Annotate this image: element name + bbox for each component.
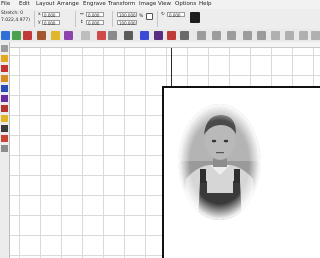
boy-photo[interactable] xyxy=(176,101,263,223)
property-bar: Stretch: 0 7.022,4.977) x 0.000 y 0.000 … xyxy=(0,9,320,30)
height-field[interactable]: 0.000 xyxy=(86,20,104,26)
menu-edit[interactable]: Edit xyxy=(19,0,30,9)
separator xyxy=(75,11,76,27)
ellipse-tool-icon[interactable] xyxy=(1,95,8,102)
rectangle-tool-icon[interactable] xyxy=(1,85,8,92)
x-label: x xyxy=(38,12,41,17)
shape-tool-icon[interactable] xyxy=(1,75,8,82)
node-icon[interactable] xyxy=(243,31,252,40)
rotate-icon: ↻ xyxy=(161,12,165,17)
text-tool-icon[interactable] xyxy=(1,105,8,112)
eraser-tool-icon[interactable] xyxy=(1,135,8,142)
save-icon[interactable] xyxy=(23,31,32,40)
group-icon[interactable] xyxy=(124,31,133,40)
redo-icon[interactable] xyxy=(108,31,117,40)
menu-file[interactable]: File xyxy=(1,0,10,9)
main-toolbar xyxy=(0,29,320,43)
more-icon[interactable] xyxy=(311,31,320,40)
height-value: 0.000 xyxy=(88,21,100,26)
menu-help[interactable]: Help xyxy=(199,0,212,9)
line-tool-icon[interactable] xyxy=(1,145,8,152)
scale-height-field[interactable]: 100.000 xyxy=(117,20,137,26)
pencil-tool-icon[interactable] xyxy=(1,55,8,62)
menu-image[interactable]: Image xyxy=(139,0,156,9)
layout-icon[interactable] xyxy=(299,31,308,40)
angle-field[interactable]: 0.000 xyxy=(167,12,185,18)
image-mode-icon[interactable] xyxy=(190,12,200,23)
align-icon[interactable] xyxy=(154,31,163,40)
scale-width-field[interactable]: 100.000 xyxy=(117,12,137,18)
outline-icon[interactable] xyxy=(180,31,189,40)
x-position-value: 0.000 xyxy=(44,13,56,18)
menu-transform[interactable]: Transform xyxy=(108,0,135,9)
weld-icon[interactable] xyxy=(212,31,221,40)
angle-value: 0.000 xyxy=(169,13,181,18)
lock-ratio-icon[interactable] xyxy=(146,13,153,20)
width-field[interactable]: 0.000 xyxy=(86,12,104,18)
bezier-icon[interactable] xyxy=(257,31,266,40)
photo-image xyxy=(178,104,261,220)
stretch-label: Stretch: 0 xyxy=(1,11,24,16)
rotate-tool-icon[interactable] xyxy=(285,31,294,40)
trace-icon[interactable] xyxy=(197,31,206,40)
zoom-tool-icon[interactable] xyxy=(1,65,8,72)
separator xyxy=(34,11,35,27)
width-value: 0.000 xyxy=(88,13,100,18)
export-icon[interactable] xyxy=(51,31,60,40)
fill-tool-icon[interactable] xyxy=(1,115,8,122)
cursor-coords: 7.022,4.977) xyxy=(1,18,30,23)
menu-layout[interactable]: Layout xyxy=(36,0,55,9)
combine-icon[interactable] xyxy=(227,31,236,40)
eyedropper-tool-icon[interactable] xyxy=(1,125,8,132)
y-position-value: 0.000 xyxy=(44,21,56,26)
mirror-icon[interactable] xyxy=(271,31,280,40)
menu-engrave[interactable]: Engrave xyxy=(83,0,106,9)
menu-view[interactable]: View xyxy=(158,0,171,9)
separator xyxy=(157,11,158,27)
scale-width-value: 100.000 xyxy=(119,13,136,18)
separator xyxy=(112,11,113,27)
left-toolbox xyxy=(0,42,10,258)
open-icon[interactable] xyxy=(12,31,21,40)
import-icon[interactable] xyxy=(37,31,46,40)
new-file-icon[interactable] xyxy=(1,31,10,40)
undo-icon[interactable] xyxy=(97,31,106,40)
fill-icon[interactable] xyxy=(167,31,176,40)
menu-options[interactable]: Options xyxy=(175,0,196,9)
x-position-field[interactable]: 0.000 xyxy=(42,12,60,18)
width-arrow-icon: ↔ xyxy=(80,12,84,17)
ungroup-icon[interactable] xyxy=(140,31,149,40)
pointer-tool-icon[interactable] xyxy=(1,45,8,52)
print-icon[interactable] xyxy=(64,31,73,40)
menu-arrange[interactable]: Arrange xyxy=(57,0,79,9)
height-arrow-icon: ↕ xyxy=(80,20,84,25)
y-position-field[interactable]: 0.000 xyxy=(42,20,60,26)
scale-height-value: 100.000 xyxy=(119,21,136,26)
y-label: y xyxy=(38,20,41,25)
percent-label: % xyxy=(139,14,144,19)
cut-icon[interactable] xyxy=(81,31,90,40)
